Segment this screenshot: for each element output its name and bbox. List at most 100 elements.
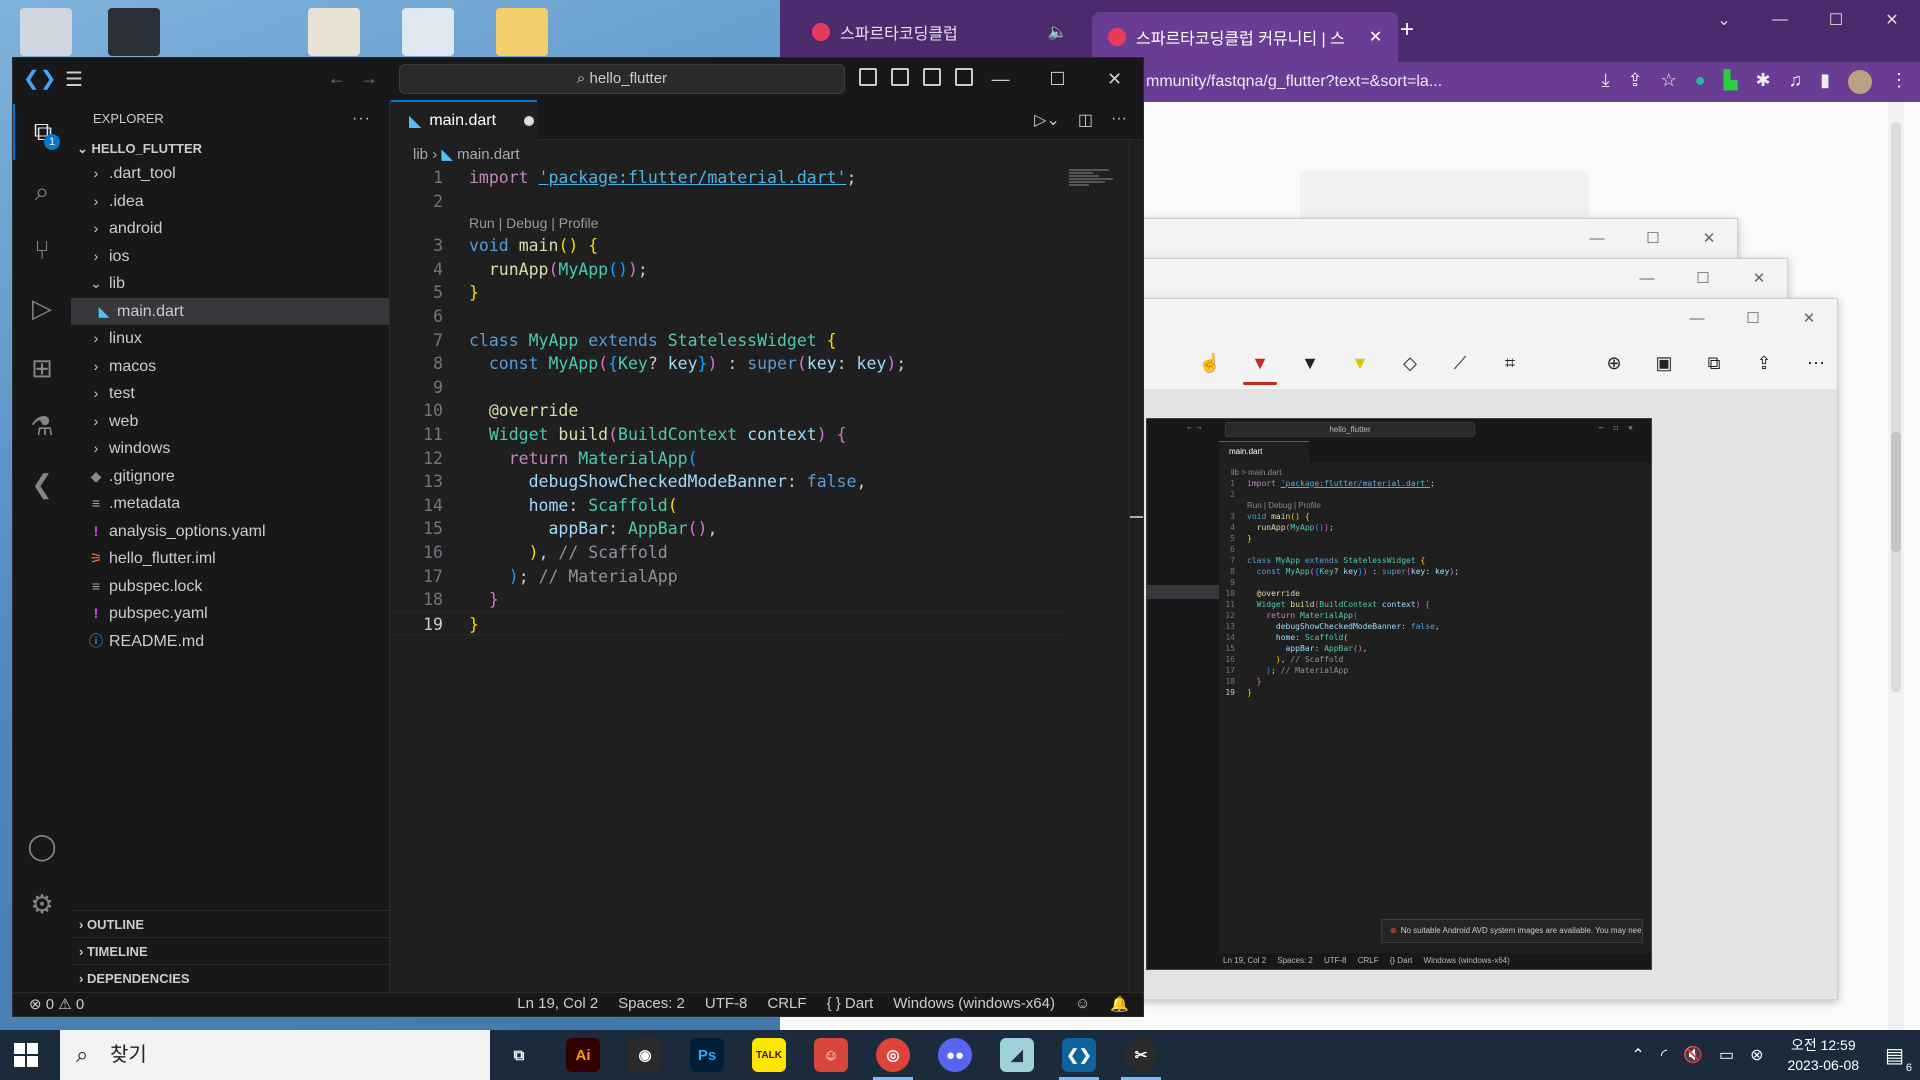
problems-status[interactable]: ⊗ 0 ⚠ 0 [29,995,84,1013]
toggle-secondary-sidebar-icon[interactable] [923,68,941,86]
side-panel-icon[interactable]: ▮ [1820,70,1830,94]
zoom-icon[interactable]: ⊕ [1593,339,1635,387]
breadcrumb-file[interactable]: main.dart [457,146,520,163]
copy-icon[interactable]: ⧉ [1693,339,1735,387]
save-icon[interactable]: ▣ [1643,339,1685,387]
tree-item-analysis-options-yaml[interactable]: ! analysis_options.yaml [71,518,389,546]
nav-back-forward-icon[interactable]: ←→ [328,68,392,89]
eraser-icon[interactable]: ◇ [1389,339,1431,387]
install-icon[interactable]: ⤓ [1602,70,1610,94]
tree-item-main-dart[interactable]: ◣ main.dart [71,297,389,325]
toggle-panel-icon[interactable] [891,68,909,86]
accounts-icon[interactable]: ◯ [13,818,71,874]
minimap[interactable] [1069,168,1115,208]
tree-item-macos[interactable]: › macos [71,353,389,381]
end-of-line[interactable]: CRLF [767,995,806,1013]
encoding[interactable]: UTF-8 [705,995,748,1013]
tree-item-dart-tool[interactable]: › .dart_tool [71,160,389,188]
tree-item-metadata[interactable]: ≡ .metadata [71,490,389,518]
pencil-icon[interactable]: ▼ [1289,339,1331,387]
highlighter-icon[interactable]: ▼ [1339,339,1381,387]
target-device[interactable]: Windows (windows-x64) [893,995,1055,1013]
search-icon[interactable]: ⌕ [13,164,71,220]
source-control-icon[interactable]: ⑂ [13,222,71,278]
breadcrumb-folder[interactable]: lib [413,146,428,163]
tree-item-pubspec-yaml[interactable]: ! pubspec.yaml [71,600,389,628]
photoshop-icon[interactable]: Ps [690,1038,724,1072]
codelens-run-debug-profile[interactable]: Run | Debug | Profile [391,213,1065,234]
testing-icon[interactable]: ⚗ [13,398,71,454]
project-root[interactable]: ⌄ HELLO_FLUTTER [71,138,389,160]
minimize-icon[interactable]: — [972,58,1029,100]
davinci-resolve-icon[interactable]: ◉ [628,1038,662,1072]
chevron-up-icon[interactable]: ⌃ [1631,1045,1644,1065]
more-actions-icon[interactable]: ··· [1111,110,1127,130]
desktop-file-icon[interactable] [308,8,360,56]
tree-item-hello-flutter-iml[interactable]: ⚞ hello_flutter.iml [71,545,389,573]
tree-item-idea[interactable]: › .idea [71,188,389,216]
ballpoint-pen-icon[interactable]: ▼ [1239,339,1281,387]
share-icon[interactable]: ⇪ [1743,339,1785,387]
language-mode[interactable]: { } Dart [827,995,874,1013]
maximize-icon[interactable]: ☐ [1029,58,1086,100]
profile-avatar[interactable] [1848,70,1872,94]
command-center-search[interactable]: ⌕ hello_flutter [399,64,845,94]
close-icon[interactable]: ✕ [1781,299,1837,337]
bookmark-star-icon[interactable]: ☆ [1661,70,1677,94]
new-tab-icon[interactable]: + [1400,16,1414,44]
minimize-icon[interactable]: — [1619,259,1675,297]
illustrator-icon[interactable]: Ai [566,1038,600,1072]
close-icon[interactable]: ✕ [1864,0,1920,40]
flutter-icon[interactable]: ❮ [13,456,71,512]
hamburger-menu-icon[interactable]: ☰ [65,67,83,92]
maximize-icon[interactable]: ☐ [1625,219,1681,257]
minimize-icon[interactable]: — [1569,219,1625,257]
tree-item-gitignore[interactable]: ◆ .gitignore [71,463,389,491]
extensions-puzzle-icon[interactable]: ✱ [1756,70,1771,94]
maximize-icon[interactable]: ☐ [1725,299,1781,337]
minimize-icon[interactable]: — [1669,299,1725,337]
close-icon[interactable]: ✕ [1681,219,1737,257]
volume-muted-icon[interactable]: 🔇 [1683,1045,1703,1065]
customize-layout-icon[interactable] [955,68,973,86]
kakaotalk-icon[interactable]: TALK [752,1038,786,1072]
tab-main-dart[interactable]: ◣ main.dart [391,100,537,140]
close-icon[interactable]: ✕ [1086,58,1143,100]
chat-app-icon[interactable]: ●● [938,1038,972,1072]
tree-item-pubspec-lock[interactable]: ≡ pubspec.lock [71,573,389,601]
ruler-icon[interactable]: ⟋ [1439,339,1481,387]
recycle-bin-icon[interactable] [20,8,72,56]
editor-scrollbar[interactable] [1129,140,1143,994]
maximize-icon[interactable]: ☐ [1675,259,1731,297]
outline-section[interactable]: › OUTLINE [71,910,389,937]
media-icon[interactable]: ♫ [1789,70,1803,94]
desktop-shortcut-icon[interactable] [108,8,160,56]
tab-search-icon[interactable]: ⌄ [1696,0,1752,40]
browser-scrollbar[interactable] [1888,102,1904,1030]
ime-icon[interactable]: ⊗ [1750,1045,1763,1065]
tree-item-readme-md[interactable]: ⓘ README.md [71,628,389,656]
task-view-icon[interactable]: ⧉ [502,1038,536,1072]
run-debug-dropdown-icon[interactable]: ▷⌄ [1034,110,1060,130]
dependencies-section[interactable]: › DEPENDENCIES [71,964,389,991]
cursor-position[interactable]: Ln 19, Col 2 [517,995,598,1013]
browser-tab-2[interactable]: 스파르타코딩클럽 커뮤니티 | 스 ✕ [1092,12,1399,62]
maximize-icon[interactable]: ☐ [1808,0,1864,40]
windows-start-icon[interactable] [14,1043,38,1067]
speaker-icon[interactable]: 🔈 [1048,22,1068,42]
settings-gear-icon[interactable]: ⚙ [13,876,71,932]
tree-item-web[interactable]: › web [71,408,389,436]
scrollbar-thumb[interactable] [1891,432,1901,552]
minimize-icon[interactable]: — [1752,0,1808,40]
extension-green-icon[interactable]: ▙ [1724,70,1738,94]
more-icon[interactable]: ⋯ [1795,339,1837,387]
tree-item-lib[interactable]: ⌄ lib [71,270,389,298]
extensions-icon[interactable]: ⊞ [13,340,71,396]
share-icon[interactable]: ⇪ [1628,70,1643,94]
grammarly-icon[interactable]: ● [1695,70,1706,94]
close-icon[interactable]: ✕ [1731,259,1787,297]
tree-item-ios[interactable]: › ios [71,243,389,271]
toggle-primary-sidebar-icon[interactable] [859,68,877,86]
taskbar-search[interactable]: ⌕ 찾기 [60,1030,490,1080]
more-actions-icon[interactable]: ··· [352,100,371,138]
